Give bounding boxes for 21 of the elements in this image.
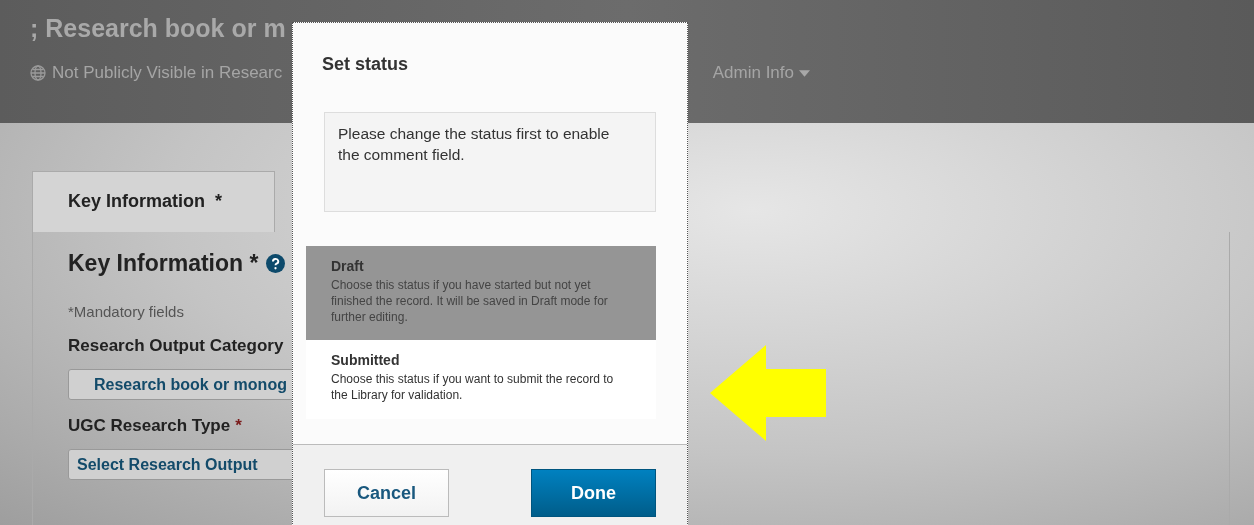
status-name: Submitted bbox=[331, 352, 401, 368]
status-description: Choose this status if you have started but not yet finished the record. It will be saved in Draft mode for further editing. bbox=[331, 277, 609, 325]
done-button[interactable]: Done bbox=[531, 469, 656, 517]
status-description: Choose this status if you want to submit the record to the Library for validation. bbox=[331, 371, 615, 403]
globe-icon bbox=[30, 65, 46, 81]
status-option[interactable]: Submitted Choose this status if you want to submit the record to the Library for validation. bbox=[306, 340, 656, 419]
field-label: UGC Research Type bbox=[68, 416, 231, 435]
status-name: Draft bbox=[331, 258, 365, 274]
dialog-title: Set status bbox=[321, 53, 410, 75]
section-heading: Key Information * bbox=[68, 250, 259, 277]
help-icon[interactable] bbox=[266, 254, 286, 273]
required-mark: * bbox=[235, 416, 242, 435]
cancel-button[interactable]: Cancel bbox=[324, 469, 449, 517]
arrow-icon bbox=[710, 345, 826, 441]
field-label: Research Output Category bbox=[68, 336, 284, 355]
status-option[interactable]: Draft Choose this status if you have started but not yet finished the record. It will be saved in Draft mode for further editing. bbox=[306, 246, 656, 340]
record-title: ; Research book or m bbox=[30, 14, 287, 43]
tab[interactable]: Key Information * bbox=[32, 171, 275, 232]
mandatory-note: *Mandatory fields bbox=[68, 303, 184, 320]
caret-icon bbox=[799, 69, 810, 77]
visibility-status: Not Publicly Visible in Researc bbox=[52, 63, 283, 83]
